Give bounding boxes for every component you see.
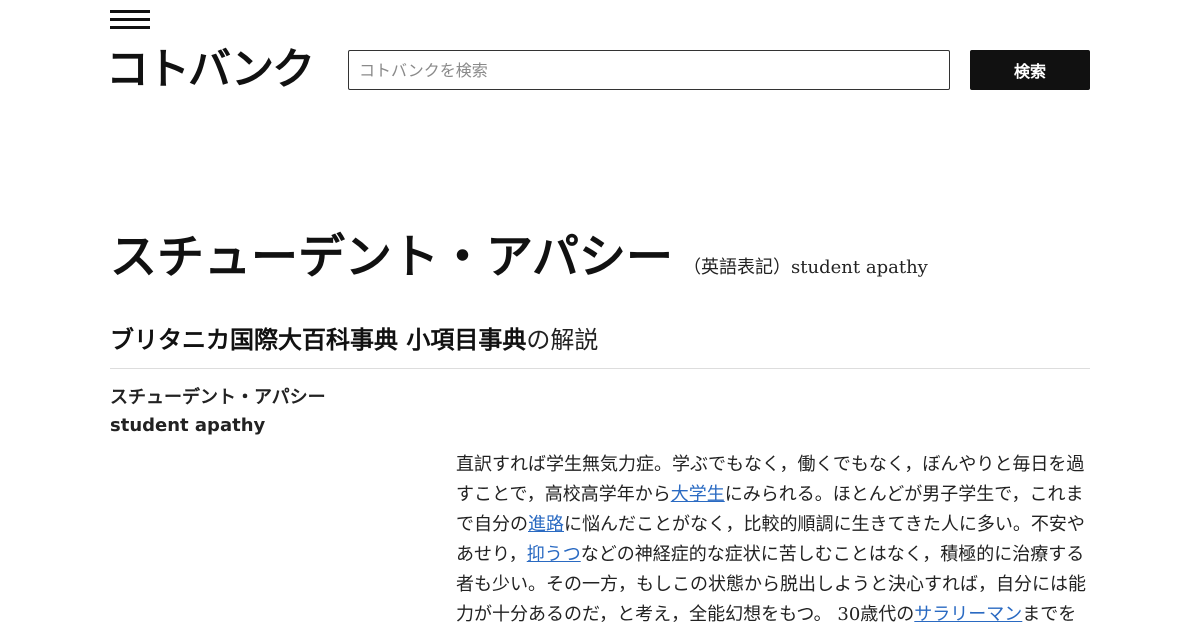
headword-english: student apathy: [110, 415, 266, 436]
inline-link[interactable]: 抑うつ: [527, 544, 581, 565]
entry-body: 直訳すれば学生無気力症。学ぶでもなく，働くでもなく，ぼんやりと毎日を過すことで，…: [456, 450, 1090, 630]
entry-headword: スチューデント・アパシー student apathy: [110, 384, 326, 440]
inline-link[interactable]: 大学生: [671, 484, 725, 505]
search-button[interactable]: 検索: [970, 50, 1090, 90]
inline-link[interactable]: サラリーマン: [914, 604, 1022, 625]
dictionary-suffix: の解説: [526, 326, 599, 354]
hamburger-menu-icon[interactable]: [110, 10, 150, 30]
page: コトバンク 検索 スチューデント・アパシー （英語表記）student apath…: [0, 0, 1200, 630]
dictionary-heading: ブリタニカ国際大百科事典 小項目事典の解説: [110, 320, 598, 355]
section-divider: [110, 368, 1090, 369]
site-logo[interactable]: コトバンク: [106, 42, 315, 98]
search-input[interactable]: [348, 50, 950, 90]
page-title: スチューデント・アパシー: [110, 230, 674, 285]
dictionary-name[interactable]: ブリタニカ国際大百科事典 小項目事典: [110, 326, 526, 354]
inline-link[interactable]: 進路: [528, 514, 564, 535]
title-english-note: （英語表記）student apathy: [683, 257, 928, 278]
headword-japanese: スチューデント・アパシー: [110, 387, 326, 408]
title-row: スチューデント・アパシー （英語表記）student apathy: [110, 218, 928, 287]
body-text: までを: [1022, 604, 1077, 625]
menu-bar: [110, 26, 150, 29]
menu-bar: [110, 18, 150, 21]
menu-bar: [110, 10, 150, 13]
